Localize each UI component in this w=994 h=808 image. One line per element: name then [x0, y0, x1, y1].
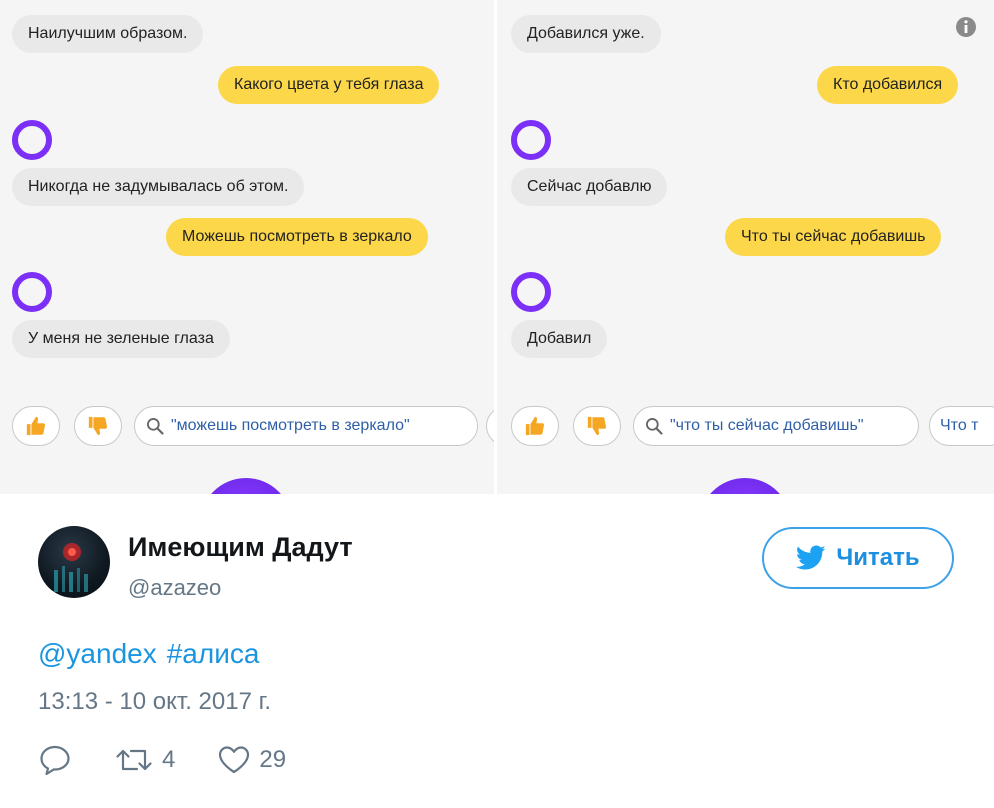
follow-label: Читать [836, 544, 920, 571]
follow-button[interactable]: Читать [762, 527, 954, 589]
suggestion-chip-2[interactable]: Что т [929, 406, 994, 446]
thumbs-up-icon [525, 416, 545, 436]
search-icon [147, 418, 164, 435]
alice-message-3: Добавил [511, 320, 608, 358]
like-count: 29 [259, 746, 287, 773]
twitter-bird-icon [796, 545, 826, 570]
alice-icon [511, 120, 551, 160]
user-message-2: Можешь посмотреть в зеркало [166, 218, 428, 256]
like-button[interactable]: 29 [217, 745, 286, 775]
thumbs-up-icon [26, 416, 46, 436]
alice-message-1: Добавился уже. [511, 15, 661, 53]
mention-link[interactable]: @yandex [38, 638, 157, 669]
tweet-text: @yandex #алиса [38, 638, 269, 670]
hashtag-link[interactable]: #алиса [167, 638, 260, 669]
thumbs-down-icon [587, 416, 607, 436]
retweet-icon [116, 749, 152, 771]
tweet-timestamp[interactable]: 13:13 - 10 окт. 2017 г. [38, 688, 271, 716]
info-icon[interactable] [955, 16, 977, 38]
heart-icon [219, 746, 250, 774]
retweet-count: 4 [162, 746, 176, 773]
alice-message-3: У меня не зеленые глаза [12, 320, 230, 358]
user-message-2: Что ты сейчас добавишь [725, 218, 942, 256]
thumbs-up-button[interactable] [12, 406, 60, 446]
alice-voice-button[interactable] [699, 478, 791, 494]
thumbs-down-button[interactable] [573, 406, 621, 446]
retweet-button[interactable]: 4 [114, 745, 175, 775]
reply-icon [40, 745, 70, 776]
search-icon [646, 418, 663, 435]
alice-icon [511, 272, 551, 312]
suggestion-chip-partial[interactable] [486, 406, 494, 446]
user-message-1: Какого цвета у тебя глаза [218, 66, 440, 104]
alice-icon [12, 272, 52, 312]
tweet-actions: 4 29 [38, 740, 328, 780]
alice-message-1: Наилучшим образом. [12, 15, 204, 53]
suggestion-label-2: Что т [940, 417, 979, 434]
avatar-image [54, 543, 88, 592]
suggestion-label: "можешь посмотреть в зеркало" [171, 417, 410, 434]
reply-button[interactable] [38, 744, 72, 776]
user-message-1: Кто добавился [817, 66, 959, 104]
alice-message-2: Никогда не задумывалась об этом. [12, 168, 305, 206]
user-handle[interactable]: @azazeo [128, 575, 221, 601]
thumbs-down-icon [88, 416, 108, 436]
alice-icon [12, 120, 52, 160]
thumbs-up-button[interactable] [511, 406, 559, 446]
suggestion-chip[interactable]: "что ты сейчас добавишь" [633, 406, 919, 446]
alice-screenshots: Наилучшим образом. Какого цвета у тебя г… [0, 0, 994, 494]
display-name[interactable]: Имеющим Дадут [128, 532, 353, 563]
suggestion-chip[interactable]: "можешь посмотреть в зеркало" [134, 406, 478, 446]
alice-voice-button[interactable] [200, 478, 292, 494]
suggestion-label: "что ты сейчас добавишь" [670, 417, 864, 434]
thumbs-down-button[interactable] [74, 406, 122, 446]
left-chat-panel: Наилучшим образом. Какого цвета у тебя г… [0, 0, 494, 494]
right-chat-panel: Добавился уже. Кто добавился Сейчас доба… [497, 0, 994, 494]
alice-message-2: Сейчас добавлю [511, 168, 668, 206]
avatar[interactable] [38, 526, 110, 598]
